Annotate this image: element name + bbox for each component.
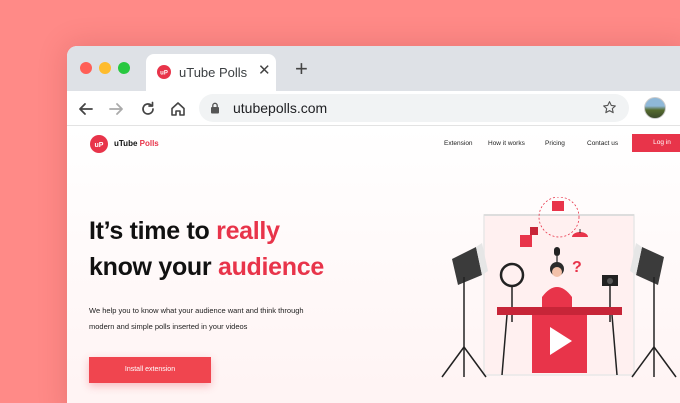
site-favicon-icon: uP bbox=[157, 65, 171, 79]
tab-title: uTube Polls bbox=[179, 65, 248, 80]
browser-toolbar: utubepolls.com bbox=[67, 91, 680, 126]
question-mark-icon: ? bbox=[572, 259, 582, 276]
new-tab-button[interactable]: + bbox=[295, 58, 308, 80]
install-extension-button[interactable]: Install extension bbox=[89, 357, 211, 383]
hero-headline-line-1: It’s time to really bbox=[89, 217, 280, 245]
svg-text:uP: uP bbox=[95, 142, 104, 149]
bookmark-star-icon[interactable] bbox=[602, 100, 617, 115]
lock-icon bbox=[211, 102, 219, 114]
back-arrow-icon[interactable] bbox=[77, 100, 95, 118]
tab-close-icon[interactable]: ✕ bbox=[258, 63, 271, 79]
login-button[interactable]: Log in bbox=[632, 134, 680, 152]
active-tab[interactable]: uP uTube Polls ✕ bbox=[146, 54, 276, 91]
nav-link-extension[interactable]: Extension bbox=[444, 140, 473, 147]
streamer-studio-illustration: ? bbox=[441, 197, 677, 378]
address-url[interactable]: utubepolls.com bbox=[233, 100, 327, 116]
logo-wordmark: uTube Polls bbox=[114, 139, 159, 148]
profile-avatar[interactable] bbox=[644, 97, 666, 119]
maximize-window-button[interactable] bbox=[118, 62, 130, 74]
nav-link-how-it-works[interactable]: How it works bbox=[488, 140, 525, 147]
minimize-window-button[interactable] bbox=[99, 62, 111, 74]
hero-description-line-1: We help you to know what your audience w… bbox=[89, 306, 304, 315]
logo-mark-icon: uP bbox=[90, 135, 108, 153]
hero-headline-line-2: know your audience bbox=[89, 253, 324, 281]
reload-icon[interactable] bbox=[139, 100, 157, 118]
svg-text:uP: uP bbox=[160, 71, 168, 77]
hero-description-line-2: modern and simple polls inserted in your… bbox=[89, 322, 248, 331]
nav-link-contact-us[interactable]: Contact us bbox=[587, 140, 618, 147]
close-window-button[interactable] bbox=[80, 62, 92, 74]
browser-window: uP uTube Polls ✕ + utubepolls.com uP uTu… bbox=[67, 46, 680, 403]
web-page: uP uTube Polls Extension How it works Pr… bbox=[67, 127, 680, 403]
address-bar[interactable]: utubepolls.com bbox=[199, 94, 629, 122]
nav-link-pricing[interactable]: Pricing bbox=[545, 140, 565, 147]
tab-strip: uP uTube Polls ✕ + bbox=[67, 46, 680, 91]
home-icon[interactable] bbox=[169, 100, 187, 118]
forward-arrow-icon[interactable] bbox=[107, 100, 125, 118]
